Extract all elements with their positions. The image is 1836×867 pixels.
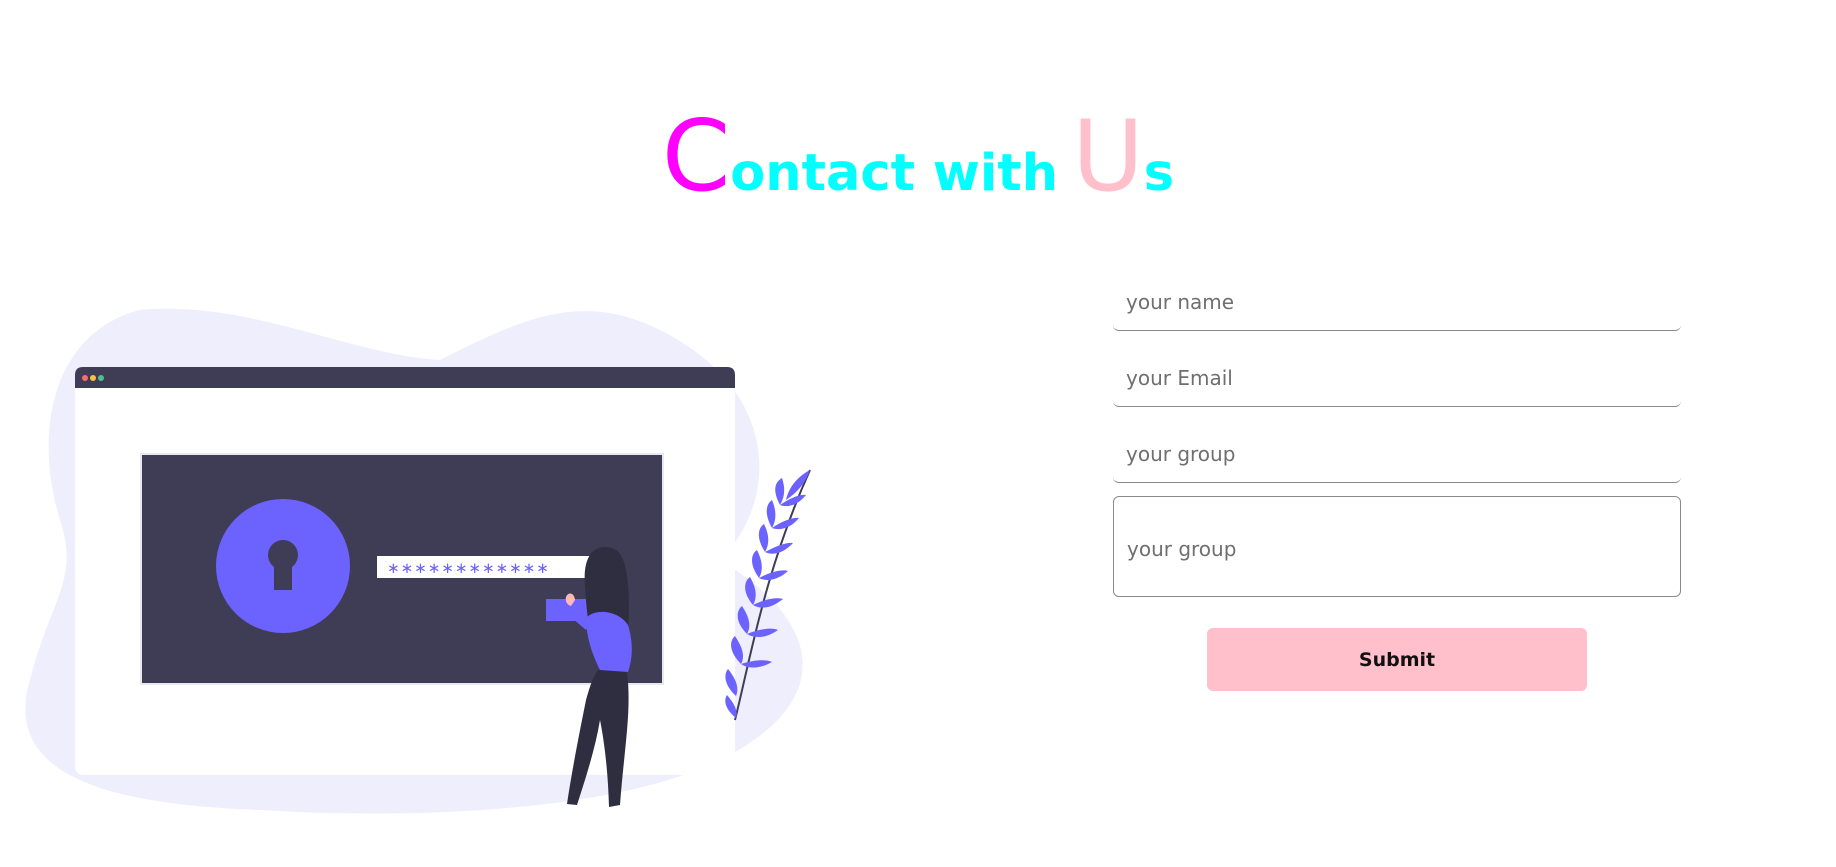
contact-page: Contact with Us ∗∗∗∗∗∗∗∗∗∗∗∗ your name y… (0, 0, 1836, 867)
title-text-s: s (1143, 144, 1175, 203)
message-textarea[interactable] (1113, 496, 1681, 597)
title-text-ontact-with: ontact with (730, 144, 1059, 203)
browser-title-bar (75, 367, 735, 388)
title-letter-u: U (1072, 100, 1144, 214)
submit-button[interactable]: Submit (1207, 628, 1587, 691)
window-dot-green-icon (98, 375, 104, 381)
window-dot-yellow-icon (90, 375, 96, 381)
name-input[interactable] (1113, 273, 1681, 331)
title-letter-c: C (661, 100, 731, 214)
login-security-illustration: ∗∗∗∗∗∗∗∗∗∗∗∗ (25, 308, 811, 814)
window-dot-red-icon (82, 375, 88, 381)
email-input[interactable] (1113, 349, 1681, 407)
contact-form: Submit (1113, 273, 1681, 691)
group-input[interactable] (1113, 425, 1681, 483)
page-title: Contact with Us (0, 108, 1836, 206)
password-mask: ∗∗∗∗∗∗∗∗∗∗∗∗ (387, 559, 550, 577)
